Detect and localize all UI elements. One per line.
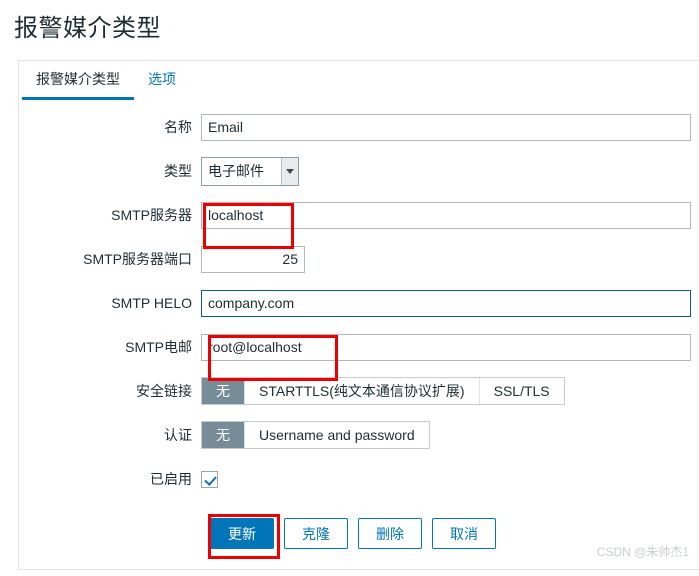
form-row-security: 安全链接 无 STARTTLS(纯文本通信协议扩展) SSL/TLS (19, 369, 699, 413)
clone-button[interactable]: 克隆 (284, 518, 348, 549)
smtp-helo-input[interactable] (201, 289, 691, 317)
authentication-segmented-control: 无 Username and password (201, 421, 430, 449)
form-row-enabled: 已启用 (19, 457, 699, 501)
form-row-smtp-email: SMTP电邮 (19, 325, 699, 369)
tab-bar: 报警媒介类型 选项 (19, 61, 699, 100)
field-security: 无 STARTTLS(纯文本通信协议扩展) SSL/TLS (201, 377, 699, 405)
form-row-smtp-helo: SMTP HELO (19, 281, 699, 325)
security-option-ssltls[interactable]: SSL/TLS (478, 378, 564, 404)
label-smtp-port: SMTP服务器端口 (83, 251, 192, 267)
update-button[interactable]: 更新 (210, 518, 274, 549)
label-smtp-email: SMTP电邮 (125, 339, 192, 355)
watermark: CSDN @朱帅杰1 (596, 545, 689, 559)
form-row-type: 类型 电子邮件 (19, 149, 699, 193)
label-enabled: 已启用 (150, 471, 192, 487)
label-authentication: 认证 (164, 427, 192, 443)
tab-media-type[interactable]: 报警媒介类型 (22, 61, 134, 100)
smtp-server-input[interactable] (201, 201, 691, 229)
media-type-form: 名称 类型 电子邮件 SMTP服务器 (19, 105, 699, 549)
field-type: 电子邮件 (201, 156, 699, 186)
delete-button[interactable]: 删除 (358, 518, 422, 549)
authentication-option-none[interactable]: 无 (202, 422, 244, 448)
type-select[interactable]: 电子邮件 (201, 156, 299, 186)
label-name: 名称 (164, 119, 192, 135)
field-authentication: 无 Username and password (201, 421, 699, 449)
form-row-smtp-port: SMTP服务器端口 (19, 237, 699, 281)
smtp-email-input[interactable] (201, 333, 691, 361)
form-row-authentication: 认证 无 Username and password (19, 413, 699, 457)
page-root: 报警媒介类型 报警媒介类型 选项 名称 类型 电子邮件 (0, 0, 699, 576)
field-smtp-helo (201, 289, 699, 317)
form-row-name: 名称 (19, 105, 699, 149)
type-select-wrapper: 电子邮件 (201, 156, 299, 186)
field-smtp-server (201, 201, 699, 229)
media-type-card: 报警媒介类型 选项 名称 类型 电子邮件 (18, 60, 699, 570)
enabled-checkbox[interactable] (201, 470, 218, 488)
tab-options[interactable]: 选项 (134, 61, 190, 98)
page-title: 报警媒介类型 (14, 15, 161, 42)
label-type: 类型 (164, 163, 192, 179)
name-input[interactable] (201, 113, 691, 141)
field-name (201, 113, 699, 141)
field-enabled (201, 470, 699, 488)
authentication-option-userpass[interactable]: Username and password (244, 422, 429, 448)
security-option-starttls[interactable]: STARTTLS(纯文本通信协议扩展) (244, 378, 479, 404)
security-segmented-control: 无 STARTTLS(纯文本通信协议扩展) SSL/TLS (201, 377, 565, 405)
label-security: 安全链接 (136, 383, 192, 399)
cancel-button[interactable]: 取消 (432, 518, 496, 549)
security-option-none[interactable]: 无 (202, 378, 244, 404)
smtp-port-input[interactable] (201, 245, 305, 273)
field-smtp-port (201, 245, 699, 273)
label-smtp-helo: SMTP HELO (111, 295, 192, 311)
label-smtp-server: SMTP服务器 (111, 207, 192, 223)
field-smtp-email (201, 333, 699, 361)
form-row-smtp-server: SMTP服务器 (19, 193, 699, 237)
